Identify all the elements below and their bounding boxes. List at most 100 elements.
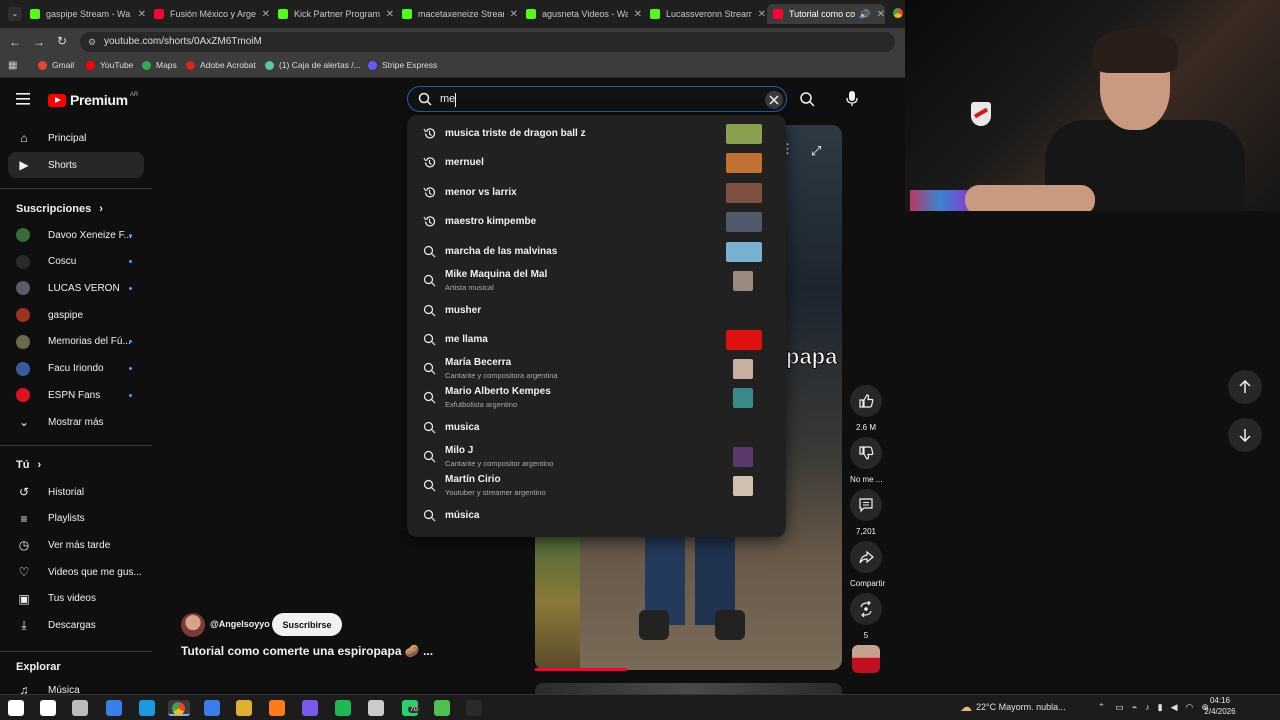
clear-search-icon[interactable] bbox=[765, 91, 783, 109]
volume-icon[interactable]: ◀ bbox=[1171, 702, 1178, 713]
subscription-item[interactable]: ESPN Fans bbox=[8, 382, 144, 408]
browser-tab[interactable]: gaspipe Stream - Wa ✕ bbox=[24, 4, 146, 24]
tab-audio-icon[interactable]: 🔊 bbox=[859, 9, 870, 20]
weather-icon[interactable]: ☁ bbox=[960, 700, 972, 714]
channel-handle[interactable]: @Angelsoyyo bbox=[210, 619, 270, 629]
youtube-premium-logo[interactable]: Premium AR bbox=[48, 92, 138, 108]
bookmark-item[interactable]: Maps bbox=[142, 60, 177, 70]
epic-games-icon[interactable] bbox=[466, 700, 482, 716]
store-icon[interactable] bbox=[204, 700, 220, 716]
browser-tab[interactable]: macetaxeneize Stream ✕ bbox=[396, 4, 518, 24]
comments-action[interactable]: 7,201 bbox=[850, 489, 882, 536]
sidebar-item[interactable]: ⤓ Descargas bbox=[8, 613, 144, 639]
apps-grid-icon[interactable]: ▦ bbox=[8, 60, 17, 71]
windows-start-icon[interactable] bbox=[8, 700, 24, 716]
search-suggestion[interactable]: Martín Cirio Youtuber y streamer argentin… bbox=[407, 474, 786, 497]
back-icon[interactable]: ← bbox=[9, 35, 21, 49]
search-suggestion[interactable]: me llama bbox=[407, 329, 786, 351]
close-tab-icon[interactable]: ✕ bbox=[510, 9, 518, 20]
search-suggestion[interactable]: musica triste de dragon ball z bbox=[407, 123, 786, 145]
tab-list-button[interactable]: ⌄ bbox=[8, 7, 22, 21]
obs-icon[interactable] bbox=[368, 700, 384, 716]
search-icon[interactable] bbox=[40, 700, 56, 716]
search-suggestion[interactable]: marcha de las malvinas bbox=[407, 241, 786, 263]
subscription-item[interactable]: Facu Iriondo bbox=[8, 356, 144, 382]
channel-avatar[interactable] bbox=[181, 613, 205, 637]
dislike-action[interactable]: No me ... bbox=[850, 437, 882, 484]
sidebar-item[interactable]: ♡ Videos que me gus... bbox=[8, 559, 144, 585]
bookmark-item[interactable]: Adobe Acrobat bbox=[186, 60, 256, 70]
menu-icon[interactable] bbox=[16, 92, 32, 106]
taskbar-clock[interactable]: 04:16 2/4/2026 bbox=[1200, 695, 1240, 717]
network-icon[interactable]: ▭ bbox=[1115, 702, 1124, 713]
search-suggestion[interactable]: mernuel bbox=[407, 152, 786, 174]
remix-action[interactable]: 5 bbox=[850, 593, 882, 640]
sidebar-item[interactable]: ▶ Shorts bbox=[8, 152, 144, 178]
close-tab-icon[interactable]: ✕ bbox=[138, 9, 146, 20]
wifi-icon[interactable]: ◠ bbox=[1186, 702, 1194, 713]
search-suggestion[interactable]: María Becerra Cantante y compositora arge… bbox=[407, 357, 786, 380]
show-more-button[interactable]: ⌄ Mostrar más bbox=[8, 409, 144, 435]
copilot-icon[interactable] bbox=[106, 700, 122, 716]
search-suggestion[interactable]: musher bbox=[407, 300, 786, 322]
share-button[interactable] bbox=[850, 541, 882, 573]
browser-tab[interactable]: Kick Partner Program ✕ bbox=[272, 4, 394, 24]
browser-tab[interactable]: Lucassveronn Stream ✕ bbox=[644, 4, 766, 24]
search-input[interactable]: me bbox=[440, 93, 455, 105]
voice-search-button[interactable] bbox=[838, 86, 866, 112]
sidebar-item[interactable]: ▣ Tus videos bbox=[8, 586, 144, 612]
close-tab-icon[interactable]: ✕ bbox=[386, 9, 394, 20]
reload-icon[interactable]: ↻ bbox=[57, 34, 67, 48]
subscription-item[interactable]: Davoo Xeneize F... bbox=[8, 222, 144, 248]
subscription-item[interactable]: LUCAS VERON bbox=[8, 275, 144, 301]
chrome-icon[interactable] bbox=[893, 8, 903, 18]
usb-icon[interactable]: ⌁ bbox=[1132, 702, 1137, 713]
sidebar-item[interactable]: ≡ Playlists bbox=[8, 506, 144, 532]
fullscreen-icon[interactable]: ⤢ bbox=[811, 143, 821, 159]
file-explorer-icon[interactable] bbox=[236, 700, 252, 716]
like-action[interactable]: 2.6 M bbox=[850, 385, 882, 432]
you-heading[interactable]: Tú › bbox=[16, 459, 41, 471]
search-suggestion[interactable]: Milo J Cantante y compositor argentino bbox=[407, 445, 786, 468]
subscription-item[interactable]: Memorias del Fú... bbox=[8, 329, 144, 355]
speaker-icon[interactable]: ♪ bbox=[1145, 702, 1150, 712]
comments-button[interactable] bbox=[850, 489, 882, 521]
search-suggestion[interactable]: musica bbox=[407, 417, 786, 439]
previous-short-button[interactable] bbox=[1228, 370, 1262, 404]
url-field[interactable]: ⚙ youtube.com/shorts/0AxZM6TmoiM bbox=[80, 32, 895, 52]
subscriptions-heading[interactable]: Suscripciones › bbox=[16, 203, 103, 215]
browser-tab[interactable]: Fusión México y Arge ✕ bbox=[148, 4, 270, 24]
video-progress-bar[interactable] bbox=[535, 668, 627, 671]
sound-thumbnail[interactable] bbox=[852, 645, 880, 673]
next-short-button[interactable] bbox=[1228, 418, 1262, 452]
minecraft-icon[interactable] bbox=[434, 700, 450, 716]
bookmark-item[interactable]: Stripe Express bbox=[368, 60, 437, 70]
like-button[interactable] bbox=[850, 385, 882, 417]
subscription-item[interactable]: Coscu bbox=[8, 249, 144, 275]
task-view-icon[interactable] bbox=[72, 700, 88, 716]
discord-icon[interactable] bbox=[302, 700, 318, 716]
tray-chevron-icon[interactable]: ⌃ bbox=[1098, 702, 1106, 713]
forward-icon[interactable]: → bbox=[33, 35, 45, 49]
bookmark-item[interactable]: (1) Caja de alertas /... bbox=[265, 60, 361, 70]
chrome-icon[interactable] bbox=[168, 700, 190, 716]
firefox-icon[interactable] bbox=[269, 700, 285, 716]
sidebar-item[interactable]: ↺ Historial bbox=[8, 479, 144, 505]
edge-icon[interactable] bbox=[139, 700, 155, 716]
battery-icon[interactable]: ▮ bbox=[1158, 702, 1163, 713]
bookmark-item[interactable]: Gmail bbox=[38, 60, 74, 70]
search-suggestion[interactable]: Mario Alberto Kempes Exfutbolista argenti… bbox=[407, 386, 786, 409]
close-tab-icon[interactable]: ✕ bbox=[758, 9, 766, 20]
sidebar-item[interactable]: ◷ Ver más tarde bbox=[8, 532, 144, 558]
bookmark-item[interactable]: YouTube bbox=[86, 60, 133, 70]
browser-tab[interactable]: Tutorial como co 🔊 ✕ bbox=[767, 4, 885, 24]
search-suggestion[interactable]: maestro kimpembe bbox=[407, 211, 786, 233]
search-suggestion[interactable]: música bbox=[407, 505, 786, 527]
weather-text[interactable]: 22°C Mayorm. nubla... bbox=[976, 702, 1066, 712]
whatsapp-icon[interactable]: 70 bbox=[402, 700, 420, 716]
browser-tab[interactable]: agusneta Videos - Wa ✕ bbox=[520, 4, 642, 24]
subscribe-button[interactable]: Suscribirse bbox=[272, 613, 342, 636]
search-box[interactable]: me bbox=[407, 86, 787, 112]
close-tab-icon[interactable]: ✕ bbox=[877, 9, 885, 20]
close-tab-icon[interactable]: ✕ bbox=[262, 9, 270, 20]
